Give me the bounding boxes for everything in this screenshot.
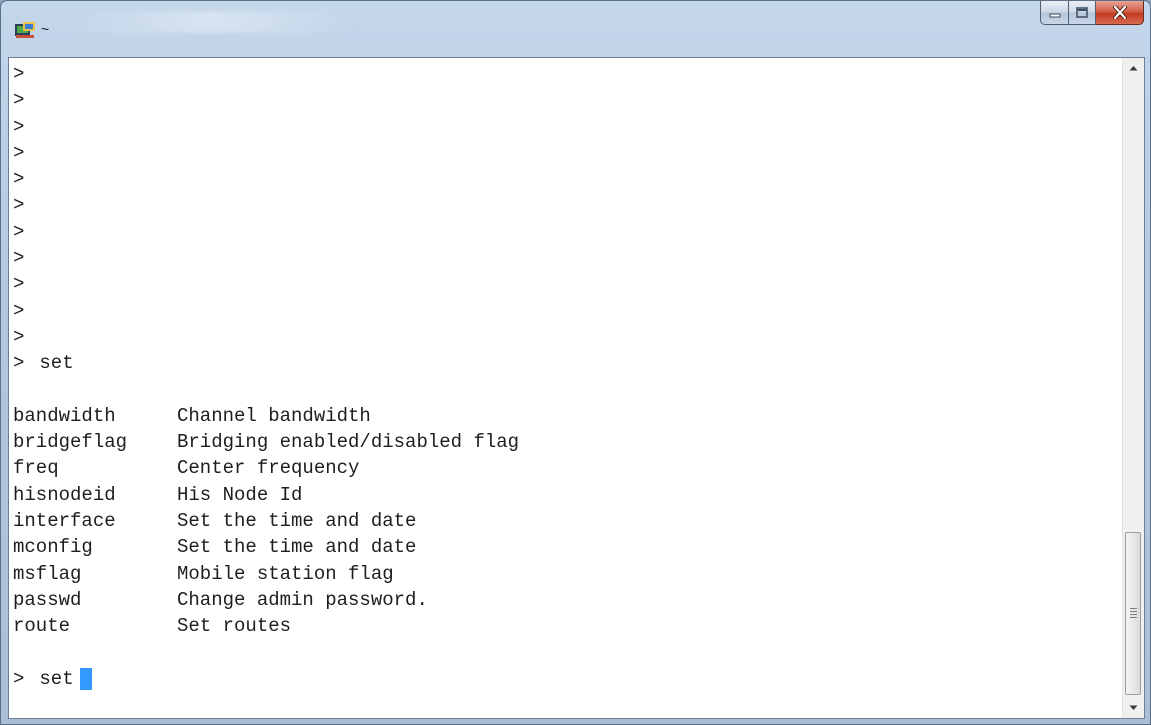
help-entry-name: passwd: [13, 588, 82, 611]
help-entry-row: bridgeflag Bridging enabled/disabled flag: [13, 429, 1123, 455]
empty-prompt-line: >: [13, 271, 1123, 297]
help-entry-name: interface: [13, 510, 116, 533]
minimize-button[interactable]: [1040, 1, 1069, 25]
empty-prompt-line: >: [13, 298, 1123, 324]
empty-prompt-line: >: [13, 166, 1123, 192]
prompt-symbol: >: [13, 273, 25, 296]
terminal-window: ~ > > > > > > > > > > > > set bandwidth C: [0, 0, 1151, 725]
text-cursor: [79, 667, 92, 690]
scroll-up-button[interactable]: [1123, 58, 1144, 78]
console-area: > > > > > > > > > > > > set bandwidth Channel bandwid…: [8, 57, 1145, 719]
help-entry-description: Set the time and date: [177, 510, 417, 533]
empty-prompt-line: >: [13, 114, 1123, 140]
help-entry-row: mconfig Set the time and date: [13, 534, 1123, 560]
prompt-symbol: >: [13, 247, 25, 270]
empty-prompt-line: >: [13, 61, 1123, 87]
prompt-symbol: >: [13, 141, 25, 164]
caption-buttons: [1040, 1, 1144, 25]
help-entry-row: msflag Mobile station flag: [13, 561, 1123, 587]
help-entry-row: freq Center frequency: [13, 455, 1123, 481]
prompt-symbol: >: [13, 325, 25, 348]
window-title: ~: [41, 21, 50, 37]
help-entry-name: mconfig: [13, 536, 93, 559]
app-icon[interactable]: [14, 21, 36, 39]
empty-prompt-line: >: [13, 324, 1123, 350]
help-entry-name: msflag: [13, 562, 82, 585]
prompt-symbol: >: [13, 115, 25, 138]
scroll-down-button[interactable]: [1123, 698, 1144, 718]
help-entry-row: bandwidth Channel bandwidth: [13, 403, 1123, 429]
prompt-symbol: >: [13, 667, 25, 690]
help-entry-row: hisnodeid His Node Id: [13, 482, 1123, 508]
maximize-icon: [1076, 7, 1088, 18]
scroll-up-icon: [1129, 66, 1138, 71]
prompt-symbol: >: [13, 168, 25, 191]
thumb-grip-icon: [1130, 608, 1137, 620]
empty-prompt-line: >: [13, 140, 1123, 166]
help-entry-description: His Node Id: [177, 483, 303, 506]
entered-command-line: > set: [13, 350, 1123, 376]
maximize-button[interactable]: [1069, 1, 1096, 25]
prompt-symbol: >: [13, 63, 25, 85]
terminal-output[interactable]: > > > > > > > > > > > > set bandwidth Channel bandwid…: [9, 58, 1123, 718]
vertical-scrollbar[interactable]: [1122, 58, 1144, 718]
help-entry-description: Set routes: [177, 615, 292, 638]
current-input[interactable]: set: [28, 668, 73, 690]
help-entry-description: Center frequency: [177, 457, 360, 480]
close-icon: [1112, 6, 1127, 19]
help-entry-name: bandwidth: [13, 404, 116, 427]
help-entry-description: Set the time and date: [177, 536, 417, 559]
help-entry-row: route Set routes: [13, 613, 1123, 639]
help-entry-name: freq: [13, 457, 59, 480]
help-entry-name: bridgeflag: [13, 431, 128, 454]
empty-prompt-line: >: [13, 245, 1123, 271]
empty-prompt-line: >: [13, 219, 1123, 245]
prompt-symbol: >: [13, 299, 25, 322]
minimize-icon: [1049, 13, 1060, 17]
close-button[interactable]: [1096, 1, 1144, 25]
help-entry-name: route: [13, 615, 71, 638]
prompt-symbol: >: [13, 352, 25, 375]
help-entry-description: Channel bandwidth: [177, 404, 371, 427]
help-entry-description: Mobile station flag: [177, 562, 394, 585]
empty-prompt-line: >: [13, 87, 1123, 113]
scroll-thumb[interactable]: [1125, 532, 1141, 695]
help-entry-row: passwd Change admin password.: [13, 587, 1123, 613]
title-bar[interactable]: ~: [1, 1, 1150, 57]
prompt-symbol: >: [13, 220, 25, 243]
input-line[interactable]: > set: [13, 666, 1123, 692]
prompt-symbol: >: [13, 194, 25, 217]
entered-command: set: [28, 352, 74, 375]
prompt-symbol: >: [13, 89, 25, 112]
scroll-down-icon: [1129, 705, 1138, 710]
empty-prompt-line: >: [13, 192, 1123, 218]
help-entry-row: interface Set the time and date: [13, 508, 1123, 534]
help-entry-description: Bridging enabled/disabled flag: [177, 431, 520, 454]
help-entry-name: hisnodeid: [13, 483, 116, 506]
help-entry-description: Change admin password.: [177, 588, 428, 611]
